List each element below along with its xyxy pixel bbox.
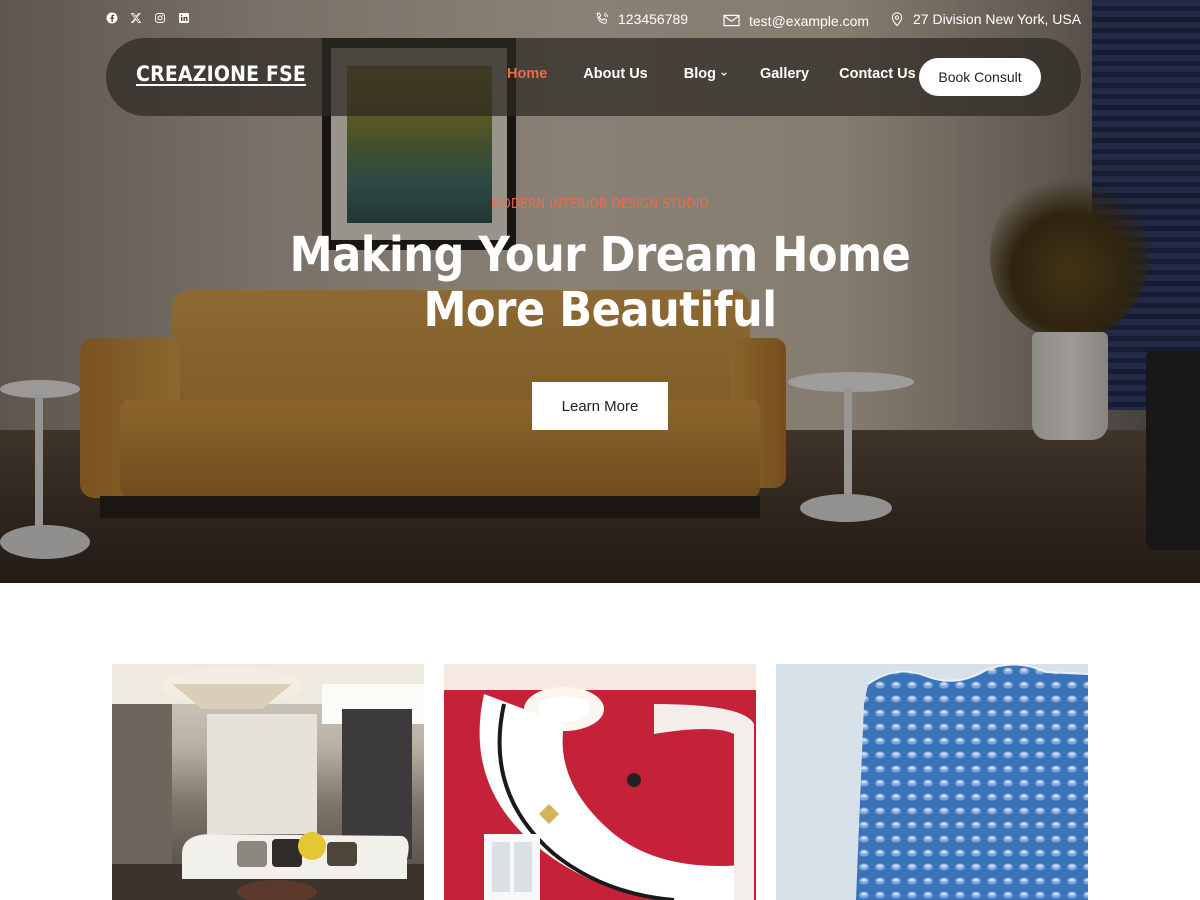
site-logo[interactable]: CREAZIONE FSE [136, 62, 306, 86]
address-text: 27 Division New York, USA [913, 11, 1082, 27]
nav-item-home[interactable]: Home [507, 66, 547, 82]
phone-icon [596, 12, 609, 24]
glass-building-facade-image[interactable] [776, 664, 1088, 900]
nav-item-contact-us[interactable]: Contact Us [839, 66, 916, 82]
nav-item-label: Home [507, 66, 548, 82]
living-room-illustration [112, 664, 424, 900]
hero-title-line-1: Making Your Dream Home [289, 227, 911, 283]
facebook-icon[interactable] [106, 12, 118, 24]
learn-more-button[interactable]: Learn More [532, 382, 668, 430]
hero-tagline: MODERN INTERIOR DESIGN STUDIO [491, 197, 709, 212]
nav-item-label: Gallery [759, 66, 810, 82]
nav-item-label: Contact Us [839, 66, 916, 82]
address-contact[interactable]: 27 Division New York, USA [889, 11, 1081, 27]
site-header: CREAZIONE FSE Home About Us Blog Gallery… [106, 38, 1081, 116]
email-contact[interactable]: test@example.com [722, 11, 869, 30]
staircase-illustration [444, 664, 756, 900]
x-twitter-icon[interactable] [130, 12, 142, 24]
chevron-down-icon [721, 72, 727, 76]
hero-title-line-2: More Beautiful [423, 282, 777, 338]
hero-title: Making Your Dream Home More Beautiful [250, 228, 950, 338]
instagram-icon[interactable] [154, 12, 166, 24]
nav-item-gallery[interactable]: Gallery [760, 66, 809, 82]
mail-icon [723, 14, 740, 27]
building-illustration [776, 664, 1088, 900]
red-spiral-staircase-image[interactable] [444, 664, 756, 900]
book-consult-button[interactable]: Book Consult [919, 58, 1041, 96]
email-text: test@example.com [749, 12, 870, 29]
nav-item-label: Blog [683, 66, 716, 82]
nav-item-blog[interactable]: Blog [684, 66, 728, 82]
top-bar: 123456789 test@example.com 27 Division N… [0, 0, 1200, 38]
main-navigation: Home About Us Blog Gallery Contact Us [507, 66, 952, 82]
linkedin-icon[interactable] [178, 12, 190, 24]
living-room-chandelier-image[interactable] [112, 664, 424, 900]
phone-contact[interactable]: 123456789 [594, 11, 688, 27]
phone-text: 123456789 [618, 11, 689, 27]
social-links [106, 12, 190, 24]
location-pin-icon [891, 12, 903, 27]
nav-item-about-us[interactable]: About Us [583, 66, 647, 82]
nav-item-label: About Us [583, 66, 648, 82]
